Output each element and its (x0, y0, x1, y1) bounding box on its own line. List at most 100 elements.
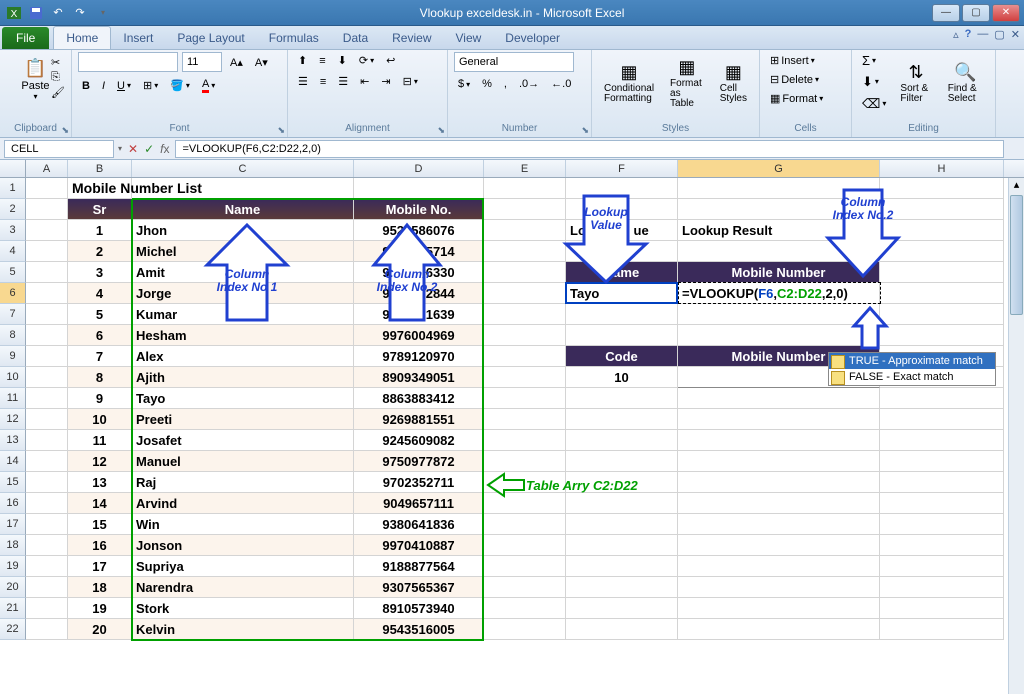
cell-a12[interactable] (26, 409, 68, 430)
doc-minimize-icon[interactable]: — (977, 28, 988, 41)
cell-sr[interactable]: 12 (68, 451, 132, 472)
cell[interactable] (484, 283, 566, 304)
align-right-icon[interactable]: ☰ (334, 73, 352, 90)
cell[interactable] (880, 283, 1004, 304)
row-header[interactable]: 1 (0, 178, 26, 199)
row-header[interactable]: 13 (0, 430, 26, 451)
increase-font-icon[interactable]: A▴ (226, 54, 247, 71)
row-header[interactable]: 3 (0, 220, 26, 241)
fill-color-icon[interactable]: 🪣▾ (166, 77, 194, 94)
cell[interactable] (484, 430, 566, 451)
col-header-h[interactable]: H (880, 160, 1004, 177)
merge-icon[interactable]: ⊟▾ (399, 73, 422, 90)
alignment-dialog-icon[interactable]: ⬊ (437, 125, 445, 136)
cell[interactable] (566, 199, 678, 220)
cell-sr[interactable]: 16 (68, 535, 132, 556)
align-left-icon[interactable]: ☰ (294, 73, 312, 90)
cell-a8[interactable] (26, 325, 68, 346)
header-sr[interactable]: Sr (68, 199, 132, 220)
cell-a11[interactable] (26, 388, 68, 409)
cell[interactable] (484, 514, 566, 535)
cell[interactable] (678, 388, 880, 409)
cell[interactable] (566, 178, 678, 199)
italic-button[interactable]: I (98, 78, 109, 94)
cell[interactable] (678, 178, 880, 199)
cell-sr[interactable]: 9 (68, 388, 132, 409)
row-header[interactable]: 6 (0, 283, 26, 304)
percent-icon[interactable]: % (478, 76, 496, 92)
cell[interactable] (678, 535, 880, 556)
font-size-select[interactable] (182, 52, 222, 72)
row-header[interactable]: 14 (0, 451, 26, 472)
lookup-header-mobile[interactable]: Mobile Number (678, 262, 880, 283)
cell-sr[interactable]: 8 (68, 367, 132, 388)
cell[interactable] (678, 514, 880, 535)
cell[interactable] (678, 325, 880, 346)
formula-input[interactable]: =VLOOKUP(F6,C2:D22,2,0) (175, 140, 1004, 158)
cell[interactable] (484, 556, 566, 577)
currency-icon[interactable]: $▾ (454, 76, 474, 92)
font-select[interactable] (78, 52, 178, 72)
cell[interactable] (678, 577, 880, 598)
clipboard-dialog-icon[interactable]: ⬊ (61, 125, 69, 136)
lookup-value-label[interactable]: Loo ue (566, 220, 678, 241)
sort-filter-button[interactable]: ⇅Sort & Filter (894, 56, 937, 108)
cell[interactable] (880, 598, 1004, 619)
doc-close-icon[interactable]: ✕ (1011, 28, 1020, 41)
range-lookup-tooltip[interactable]: TRUE - Approximate match FALSE - Exact m… (828, 352, 996, 386)
cell[interactable] (880, 451, 1004, 472)
cell[interactable] (484, 325, 566, 346)
font-color-icon[interactable]: A▾ (198, 76, 219, 95)
cell-sr[interactable]: 6 (68, 325, 132, 346)
select-all-corner[interactable] (0, 160, 26, 177)
cell[interactable] (484, 535, 566, 556)
cell-a10[interactable] (26, 367, 68, 388)
cell[interactable] (880, 619, 1004, 640)
cell[interactable] (484, 199, 566, 220)
data-tab[interactable]: Data (331, 27, 380, 49)
save-icon[interactable] (26, 3, 46, 23)
increase-decimal-icon[interactable]: .0→ (515, 76, 543, 92)
excel-icon[interactable]: X (4, 3, 24, 23)
cell-sr[interactable]: 18 (68, 577, 132, 598)
cell[interactable] (678, 304, 880, 325)
cell[interactable] (880, 430, 1004, 451)
cell[interactable] (566, 325, 678, 346)
vertical-scrollbar[interactable]: ▴ (1008, 178, 1024, 694)
file-tab[interactable]: File (2, 27, 49, 49)
cell[interactable] (678, 451, 880, 472)
cell-sr[interactable]: 7 (68, 346, 132, 367)
view-tab[interactable]: View (444, 27, 494, 49)
cell-styles-button[interactable]: ▦Cell Styles (714, 56, 753, 108)
wrap-text-icon[interactable]: ↩ (382, 52, 399, 69)
cell[interactable] (566, 556, 678, 577)
row-header[interactable]: 4 (0, 241, 26, 262)
lookup-header-name[interactable]: Name (566, 262, 678, 283)
cell-a6[interactable] (26, 283, 68, 304)
row-header[interactable]: 17 (0, 514, 26, 535)
cancel-formula-icon[interactable]: ✕ (128, 142, 138, 156)
cell[interactable] (678, 409, 880, 430)
cell-a13[interactable] (26, 430, 68, 451)
cell[interactable] (484, 367, 566, 388)
cell[interactable] (678, 430, 880, 451)
cell-a1[interactable] (26, 178, 68, 199)
number-dialog-icon[interactable]: ⬊ (581, 125, 589, 136)
cell[interactable] (678, 493, 880, 514)
tooltip-false[interactable]: FALSE - Exact match (829, 369, 995, 385)
undo-icon[interactable]: ↶ (48, 3, 68, 23)
delete-cells-button[interactable]: ⊟ Delete ▾ (766, 71, 845, 88)
cell-sr[interactable]: 10 (68, 409, 132, 430)
cell-a15[interactable] (26, 472, 68, 493)
review-tab[interactable]: Review (380, 27, 443, 49)
code-header[interactable]: Code (566, 346, 678, 367)
cell[interactable] (566, 451, 678, 472)
cell[interactable] (880, 514, 1004, 535)
row-header[interactable]: 19 (0, 556, 26, 577)
clear-icon[interactable]: ⌫▾ (858, 94, 890, 114)
row-header[interactable]: 9 (0, 346, 26, 367)
cell[interactable] (484, 577, 566, 598)
cell[interactable] (678, 556, 880, 577)
developer-tab[interactable]: Developer (493, 27, 572, 49)
cell[interactable] (484, 241, 566, 262)
